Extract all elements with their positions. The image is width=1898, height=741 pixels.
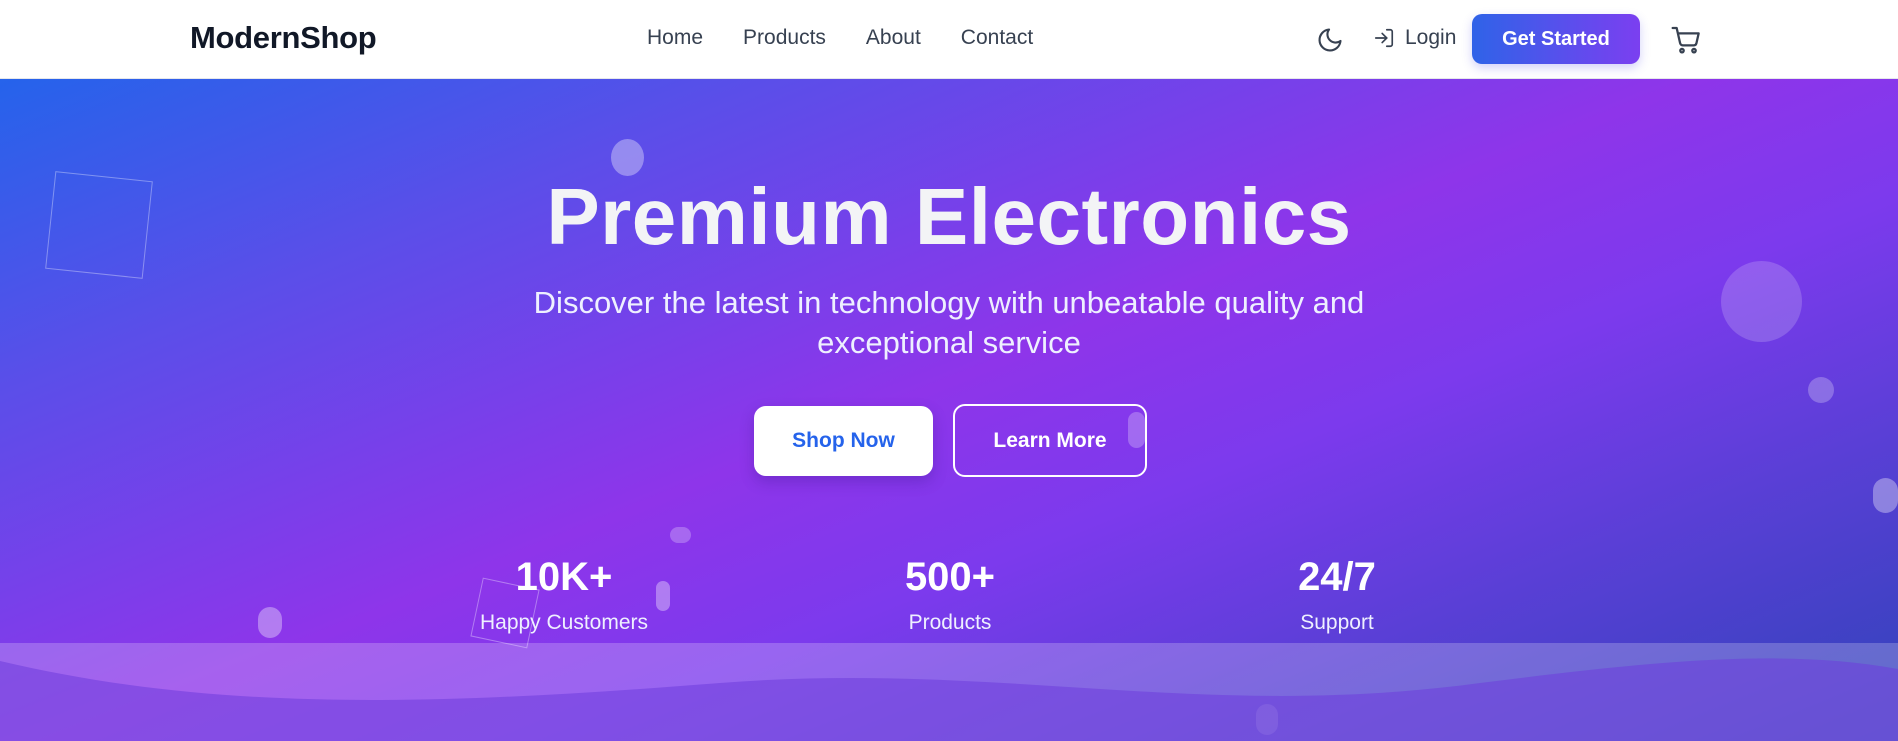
cart-button[interactable] bbox=[1670, 24, 1702, 56]
stat-label: Happy Customers bbox=[479, 611, 649, 634]
learn-more-button[interactable]: Learn More bbox=[953, 404, 1147, 477]
hero-subtitle: Discover the latest in technology with u… bbox=[533, 285, 1365, 360]
nav-products[interactable]: Products bbox=[743, 26, 826, 50]
decorative-circle bbox=[1808, 377, 1834, 403]
hero-section: Premium Electronics Discover the latest … bbox=[0, 79, 1898, 741]
cart-icon bbox=[1671, 26, 1700, 54]
site-header: ModernShop Home Products About Contact L… bbox=[0, 0, 1898, 79]
nav-home[interactable]: Home bbox=[647, 26, 703, 50]
stat-customers: 10K+ Happy Customers bbox=[454, 555, 674, 635]
stat-support: 24/7 Support bbox=[1227, 555, 1447, 635]
decorative-pill bbox=[1873, 478, 1898, 513]
decorative-pill bbox=[670, 527, 691, 543]
decorative-pill bbox=[258, 607, 282, 638]
stat-value: 500+ bbox=[904, 555, 996, 599]
moon-icon bbox=[1318, 28, 1342, 52]
logo[interactable]: ModernShop bbox=[190, 20, 377, 56]
stat-value: 10K+ bbox=[515, 555, 613, 599]
shop-now-button[interactable]: Shop Now bbox=[754, 406, 933, 476]
login-button[interactable]: Login bbox=[1373, 26, 1456, 50]
nav-contact[interactable]: Contact bbox=[961, 26, 1033, 50]
nav-about[interactable]: About bbox=[866, 26, 921, 50]
stat-label: Products bbox=[908, 611, 992, 634]
login-label: Login bbox=[1405, 26, 1457, 49]
stat-value: 24/7 bbox=[1298, 555, 1376, 599]
login-arrow-icon bbox=[1374, 28, 1394, 48]
get-started-button[interactable]: Get Started bbox=[1472, 14, 1640, 64]
stat-label: Support bbox=[1300, 611, 1374, 634]
theme-toggle-button[interactable] bbox=[1316, 26, 1344, 54]
hero-title: Premium Electronics bbox=[546, 172, 1352, 261]
decorative-circle bbox=[1721, 261, 1802, 342]
stat-products: 500+ Products bbox=[840, 555, 1060, 635]
hero-wave bbox=[0, 643, 1898, 741]
main-nav: Home Products About Contact bbox=[647, 26, 1033, 50]
